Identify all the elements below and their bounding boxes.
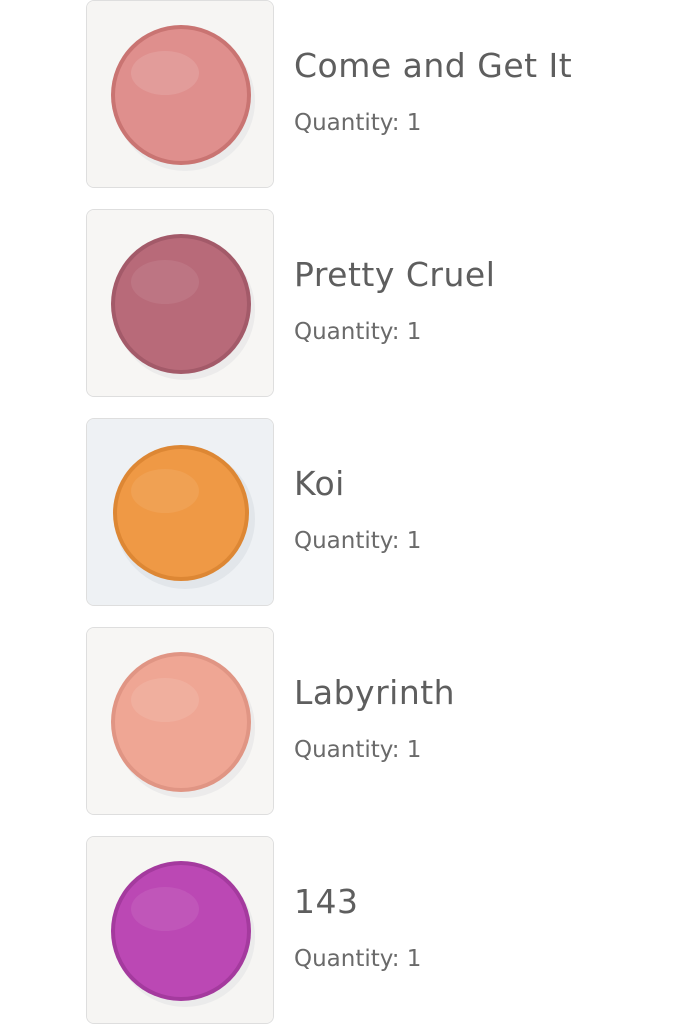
list-item[interactable]: Pretty Cruel Quantity: 1 bbox=[0, 209, 696, 399]
eyeshadow-swatch-image bbox=[87, 1, 273, 187]
quantity-label: Quantity: bbox=[294, 737, 400, 763]
eyeshadow-swatch-image bbox=[87, 628, 273, 814]
list-item[interactable]: Labyrinth Quantity: 1 bbox=[0, 627, 696, 817]
quantity-value: 1 bbox=[406, 319, 422, 345]
quantity-value: 1 bbox=[406, 528, 422, 554]
quantity-label: Quantity: bbox=[294, 946, 400, 972]
product-name[interactable]: Labyrinth bbox=[294, 673, 455, 712]
eyeshadow-swatch-image bbox=[87, 419, 273, 605]
quantity-value: 1 bbox=[406, 110, 422, 136]
quantity-label: Quantity: bbox=[294, 110, 400, 136]
eyeshadow-swatch-image bbox=[87, 210, 273, 396]
product-thumbnail[interactable] bbox=[86, 0, 274, 188]
eyeshadow-swatch-image bbox=[87, 837, 273, 1023]
list-item[interactable]: 143 Quantity: 1 bbox=[0, 836, 696, 1026]
product-thumbnail[interactable] bbox=[86, 836, 274, 1024]
list-item[interactable]: Koi Quantity: 1 bbox=[0, 418, 696, 608]
product-quantity: Quantity: 1 bbox=[294, 528, 421, 554]
product-thumbnail[interactable] bbox=[86, 209, 274, 397]
product-name[interactable]: Come and Get It bbox=[294, 46, 572, 85]
product-quantity: Quantity: 1 bbox=[294, 737, 421, 763]
product-name[interactable]: 143 bbox=[294, 882, 359, 921]
list-item[interactable]: Come and Get It Quantity: 1 bbox=[0, 0, 696, 190]
quantity-value: 1 bbox=[406, 946, 422, 972]
quantity-value: 1 bbox=[406, 737, 422, 763]
product-name[interactable]: Pretty Cruel bbox=[294, 255, 495, 294]
product-thumbnail[interactable] bbox=[86, 627, 274, 815]
product-quantity: Quantity: 1 bbox=[294, 319, 421, 345]
quantity-label: Quantity: bbox=[294, 319, 400, 345]
product-quantity: Quantity: 1 bbox=[294, 110, 421, 136]
product-thumbnail[interactable] bbox=[86, 418, 274, 606]
product-quantity: Quantity: 1 bbox=[294, 946, 421, 972]
product-name[interactable]: Koi bbox=[294, 464, 345, 503]
quantity-label: Quantity: bbox=[294, 528, 400, 554]
